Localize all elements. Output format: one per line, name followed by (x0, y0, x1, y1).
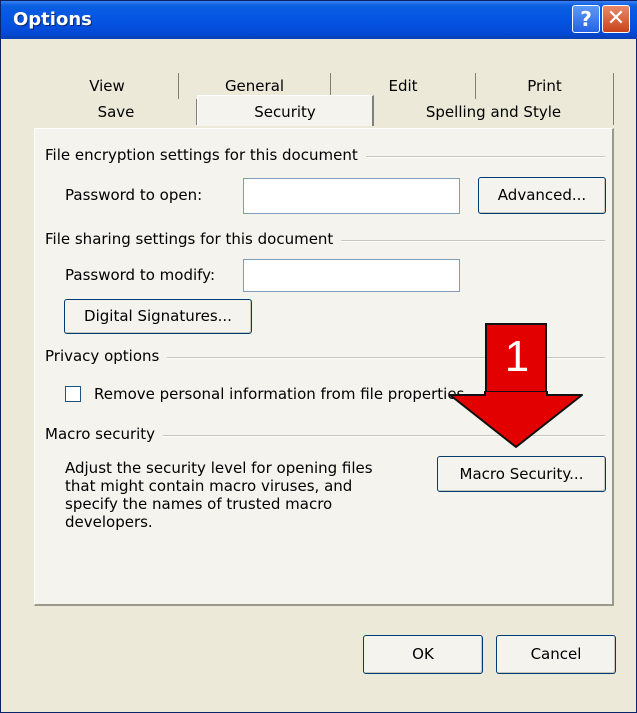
ok-button[interactable]: OK (363, 635, 483, 674)
macro-description-line: specify the names of trusted macro (65, 495, 333, 513)
macro-description: Adjust the security level for opening fi… (65, 459, 405, 531)
password-open-input[interactable] (243, 178, 460, 214)
title-bar[interactable]: Options ? ✕ (1, 1, 637, 39)
password-modify-label: Password to modify: (65, 266, 215, 284)
tab-row-front: Save Security Spelling and Style (36, 95, 614, 126)
advanced-button[interactable]: Advanced... (478, 177, 606, 214)
close-icon[interactable]: ✕ (602, 5, 630, 33)
remove-info-checkbox[interactable] (65, 386, 81, 402)
macro-description-line: Adjust the security level for opening fi… (65, 459, 373, 477)
down-arrow-icon (449, 391, 583, 448)
window-title: Options (13, 9, 92, 30)
encryption-heading: File encryption settings for this docume… (45, 146, 366, 164)
macro-description-line: that might contain macro viruses, and (65, 477, 353, 495)
macro-security-button[interactable]: Macro Security... (437, 456, 606, 492)
tab-save[interactable]: Save (36, 99, 197, 125)
macro-description-line: developers. (65, 513, 153, 531)
sharing-heading: File sharing settings for this document (45, 230, 342, 248)
help-icon[interactable]: ? (572, 5, 600, 33)
password-open-label: Password to open: (65, 186, 203, 204)
password-modify-input[interactable] (243, 259, 460, 292)
annotation-number: 1 (504, 332, 530, 381)
tab-view[interactable]: View (36, 73, 179, 99)
privacy-heading: Privacy options (45, 347, 168, 365)
options-dialog: Options ? ✕ View General Edit Print Save… (0, 0, 637, 713)
macro-heading: Macro security (45, 425, 164, 443)
cancel-button[interactable]: Cancel (496, 635, 616, 674)
tab-spelling-and-style[interactable]: Spelling and Style (374, 99, 614, 125)
tab-print[interactable]: Print (476, 73, 614, 99)
digital-signatures-button[interactable]: Digital Signatures... (64, 299, 252, 334)
remove-info-label[interactable]: Remove personal information from file pr… (94, 385, 464, 403)
tab-security[interactable]: Security (197, 95, 374, 126)
